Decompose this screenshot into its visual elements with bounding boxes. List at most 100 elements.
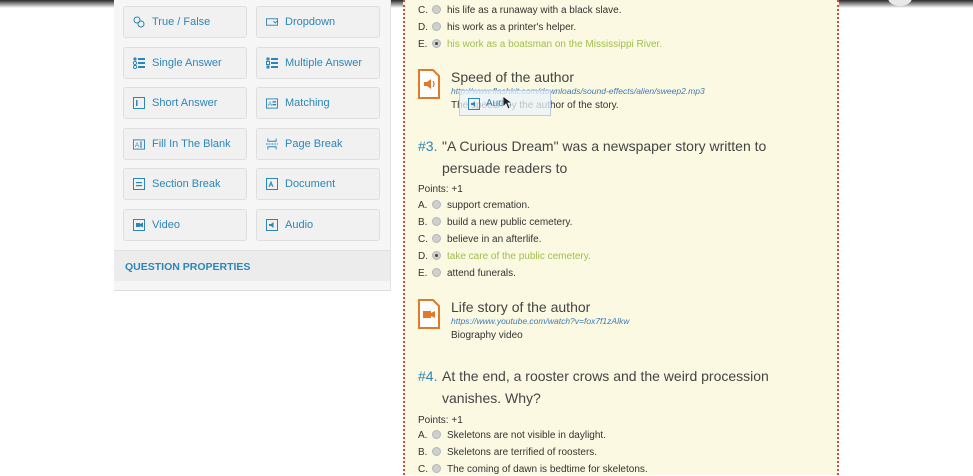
- option-letter: E.: [418, 268, 428, 279]
- option-text: his work as a boatsman on the Mississipp…: [447, 39, 663, 50]
- option-text: his life as a runaway with a black slave…: [447, 5, 622, 16]
- video-icon: [133, 219, 145, 231]
- player-button[interactable]: [888, 0, 912, 6]
- question-3[interactable]: #3. "A Curious Dream" was a newspaper st…: [418, 135, 818, 179]
- option-text: believe in an afterlife.: [447, 234, 542, 245]
- radio-button[interactable]: [432, 268, 441, 277]
- document-icon: [266, 178, 278, 190]
- radio-button[interactable]: [432, 430, 441, 439]
- audio-icon: [468, 97, 480, 115]
- section-break-icon: [133, 178, 145, 190]
- option-text: Skeletons are not visible in daylight.: [447, 430, 606, 441]
- tool-label: Audio: [285, 219, 314, 231]
- video-title[interactable]: Life story of the author: [451, 299, 590, 315]
- question-toolbox: True / False Dropdown Single Answer Multipl…: [114, 0, 391, 291]
- option-letter: D.: [418, 251, 428, 262]
- option-text: Skeletons are terrified of roosters.: [447, 447, 598, 458]
- option-text: take care of the public cemetery.: [447, 251, 591, 262]
- question-text: "A Curious Dream" was a newspaper story …: [442, 138, 767, 176]
- tool-short-answer[interactable]: Short Answer: [123, 87, 247, 119]
- radio-button[interactable]: [432, 251, 441, 260]
- option-text: The coming of dawn is bedtime for skelet…: [447, 464, 648, 475]
- radio-button[interactable]: [432, 200, 441, 209]
- tool-audio[interactable]: Audio: [256, 209, 380, 241]
- tool-matching[interactable]: A Matching: [256, 87, 380, 119]
- option-letter: C.: [418, 234, 428, 245]
- option-text: attend funerals.: [447, 268, 516, 279]
- question-number: #3.: [418, 138, 438, 154]
- tool-label: Dropdown: [285, 16, 336, 28]
- video-description: Biography video: [451, 330, 523, 341]
- radio-button[interactable]: [432, 217, 441, 226]
- question-properties-header[interactable]: QUESTION PROPERTIES: [114, 250, 390, 281]
- tool-document[interactable]: Document: [256, 168, 380, 200]
- matching-icon: A: [266, 97, 278, 109]
- multiple-answer-icon: [266, 57, 278, 69]
- drag-ghost-audio[interactable]: Audio: [459, 90, 551, 116]
- radio-button[interactable]: [432, 447, 441, 456]
- radio-button[interactable]: [432, 5, 441, 14]
- svg-text:A: A: [135, 141, 140, 148]
- fill-blank-icon: A: [133, 138, 145, 150]
- true-false-icon: [133, 16, 145, 28]
- tool-true-false[interactable]: True / False: [123, 6, 247, 38]
- radio-button[interactable]: [432, 39, 441, 48]
- answer-option[interactable]: C. his life as a runaway with a black sla…: [418, 5, 622, 17]
- tool-label: Section Break: [152, 178, 221, 190]
- tool-label: True / False: [152, 16, 211, 28]
- tool-dropdown[interactable]: Dropdown: [256, 6, 380, 38]
- answer-option[interactable]: D. his work as a printer's helper.: [418, 22, 576, 34]
- option-letter: C.: [418, 5, 428, 16]
- option-letter: A.: [418, 200, 428, 211]
- tool-label: Video: [152, 219, 180, 231]
- answer-option[interactable]: B. build a new public cemetery.: [418, 217, 572, 229]
- answer-option[interactable]: D. take care of the public cemetery.: [418, 251, 591, 263]
- answer-option[interactable]: A. Skeletons are not visible in daylight.: [418, 430, 606, 442]
- option-letter: E.: [418, 39, 428, 50]
- tool-page-break[interactable]: Page Break: [256, 128, 380, 160]
- question-4-points: Points: +1: [418, 415, 463, 426]
- dropdown-icon: [266, 16, 278, 28]
- question-text: At the end, a rooster crows and the weir…: [442, 368, 769, 406]
- radio-button[interactable]: [432, 234, 441, 243]
- tool-label: Fill In The Blank: [152, 138, 231, 150]
- quiz-document: C. his life as a runaway with a black sla…: [403, 0, 839, 475]
- video-url[interactable]: https://www.youtube.com/watch?v=fox7f1zA…: [451, 316, 629, 326]
- question-number: #4.: [418, 368, 438, 384]
- tool-label: Multiple Answer: [285, 57, 363, 69]
- video-file-icon: [418, 299, 440, 329]
- tool-fill-blank[interactable]: A Fill In The Blank: [123, 128, 247, 160]
- answer-option[interactable]: B. Skeletons are terrified of roosters.: [418, 447, 597, 459]
- tool-label: Matching: [285, 97, 330, 109]
- svg-text:A: A: [268, 100, 273, 107]
- page-break-icon: [266, 138, 278, 150]
- option-text: build a new public cemetery.: [447, 217, 573, 228]
- single-answer-icon: [133, 57, 145, 69]
- tool-section-break[interactable]: Section Break: [123, 168, 247, 200]
- answer-option[interactable]: E. attend funerals.: [418, 268, 516, 280]
- option-letter: A.: [418, 430, 428, 441]
- answer-option[interactable]: C. believe in an afterlife.: [418, 234, 542, 246]
- option-letter: C.: [418, 464, 428, 475]
- radio-button[interactable]: [432, 464, 441, 473]
- question-properties-label: QUESTION PROPERTIES: [125, 261, 251, 273]
- answer-option[interactable]: A. support cremation.: [418, 200, 530, 212]
- tool-single-answer[interactable]: Single Answer: [123, 47, 247, 79]
- cursor-icon: [502, 95, 514, 115]
- tool-label: Short Answer: [152, 97, 218, 109]
- audio-file-icon: [418, 69, 440, 99]
- answer-option[interactable]: E. his work as a boatsman on the Mississi…: [418, 39, 662, 51]
- question-4[interactable]: #4. At the end, a rooster crows and the …: [418, 365, 818, 409]
- short-answer-icon: [133, 97, 145, 109]
- tool-multiple-answer[interactable]: Multiple Answer: [256, 47, 380, 79]
- option-text: support cremation.: [447, 200, 530, 211]
- option-text: his work as a printer's helper.: [447, 22, 577, 33]
- audio-title[interactable]: Speed of the author: [451, 69, 574, 85]
- tool-label: Page Break: [285, 138, 343, 150]
- answer-option[interactable]: C. The coming of dawn is bedtime for skel…: [418, 464, 648, 476]
- radio-button[interactable]: [432, 22, 441, 31]
- option-letter: D.: [418, 22, 428, 33]
- tool-label: Single Answer: [152, 57, 222, 69]
- tool-video[interactable]: Video: [123, 209, 247, 241]
- audio-icon: [266, 219, 278, 231]
